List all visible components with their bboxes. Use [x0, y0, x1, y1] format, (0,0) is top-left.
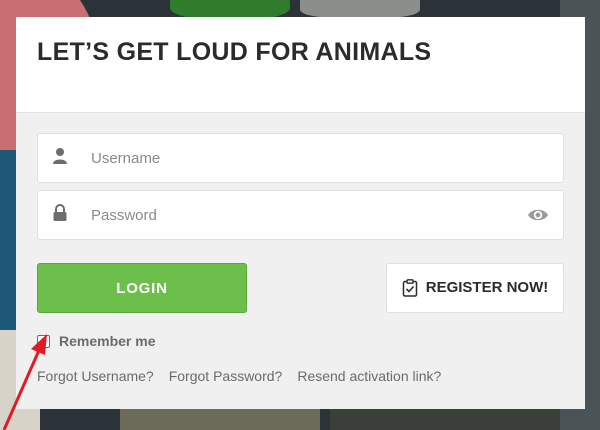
password-field[interactable] [37, 190, 564, 240]
register-button-label: REGISTER NOW! [425, 279, 549, 296]
page-title: LET’S GET LOUD FOR ANIMALS [37, 38, 432, 66]
login-button[interactable]: LOGIN [37, 263, 247, 313]
password-input[interactable] [91, 191, 511, 239]
account-help-links: Forgot Username? Forgot Password? Resend… [37, 368, 441, 384]
username-input[interactable] [91, 134, 511, 182]
forgot-password-link[interactable]: Forgot Password? [169, 368, 283, 384]
user-icon [53, 148, 67, 164]
username-field[interactable] [37, 133, 564, 183]
login-panel: LET’S GET LOUD FOR ANIMALS LOGIN REGISTE… [16, 17, 585, 409]
register-button[interactable]: REGISTER NOW! [386, 263, 564, 313]
annotation-arrow-icon [2, 334, 47, 430]
clipboard-check-icon [402, 279, 417, 297]
lock-icon [53, 204, 67, 221]
panel-header: LET’S GET LOUD FOR ANIMALS [16, 17, 585, 113]
eye-icon[interactable] [527, 207, 549, 223]
resend-activation-link[interactable]: Resend activation link? [297, 368, 441, 384]
remember-me-label[interactable]: Remember me [59, 333, 156, 349]
